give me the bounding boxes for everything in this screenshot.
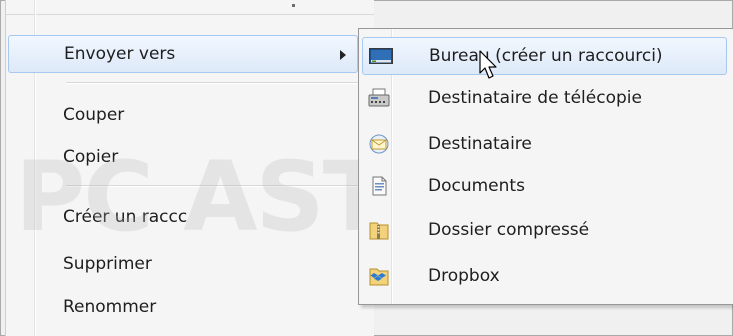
menu-item-envoyer-vers[interactable]: Envoyer vers [8,35,358,73]
send-to-submenu: Bureau (créer un raccourci) Destinataire… [358,28,733,305]
menu-item-label: Renommer [63,297,157,317]
submenu-item-dossier-compresse[interactable]: Dossier compressé [362,211,727,249]
menu-item-renommer[interactable]: Renommer [8,288,358,326]
submenu-item-label: Destinataire de télécopie [428,88,642,108]
separator-dot [292,4,295,7]
menu-item-label: Créer un raccc [63,207,188,227]
context-menu-top-edge [6,0,374,15]
menu-separator [66,82,366,84]
mouse-cursor-icon [479,50,497,79]
desktop-icon [369,47,393,67]
submenu-item-label: Dossier compressé [428,220,590,240]
submenu-item-fax[interactable]: Destinataire de télécopie [362,79,727,117]
menu-item-label: Supprimer [63,254,152,274]
submenu-item-documents[interactable]: Documents [362,167,727,205]
menu-separator [66,185,366,187]
fax-icon [368,88,390,108]
documents-icon [368,176,390,196]
submenu-item-label: Bureau (créer un raccourci) [429,46,663,66]
menu-item-label: Couper [63,105,125,125]
menu-item-label: Envoyer vers [64,44,176,64]
menu-item-copier[interactable]: Copier [8,138,358,176]
menu-item-couper[interactable]: Couper [8,96,358,134]
submenu-item-dropbox[interactable]: Dropbox [362,257,727,295]
menu-item-creer-raccourci[interactable]: Créer un raccc [8,198,358,236]
dropbox-icon [368,266,390,286]
zip-folder-icon [368,220,390,240]
submenu-item-label: Documents [428,176,525,196]
submenu-item-label: Dropbox [428,266,500,286]
menu-item-supprimer[interactable]: Supprimer [8,245,358,283]
submenu-item-destinataire[interactable]: Destinataire [362,125,727,163]
submenu-item-label: Destinataire [428,134,532,154]
submenu-item-bureau[interactable]: Bureau (créer un raccourci) [362,37,727,75]
context-menu: Envoyer vers Couper Copier Créer un racc… [5,0,374,336]
submenu-arrow-icon [340,50,346,60]
mail-recipient-icon [368,134,390,154]
menu-item-label: Copier [63,147,119,167]
